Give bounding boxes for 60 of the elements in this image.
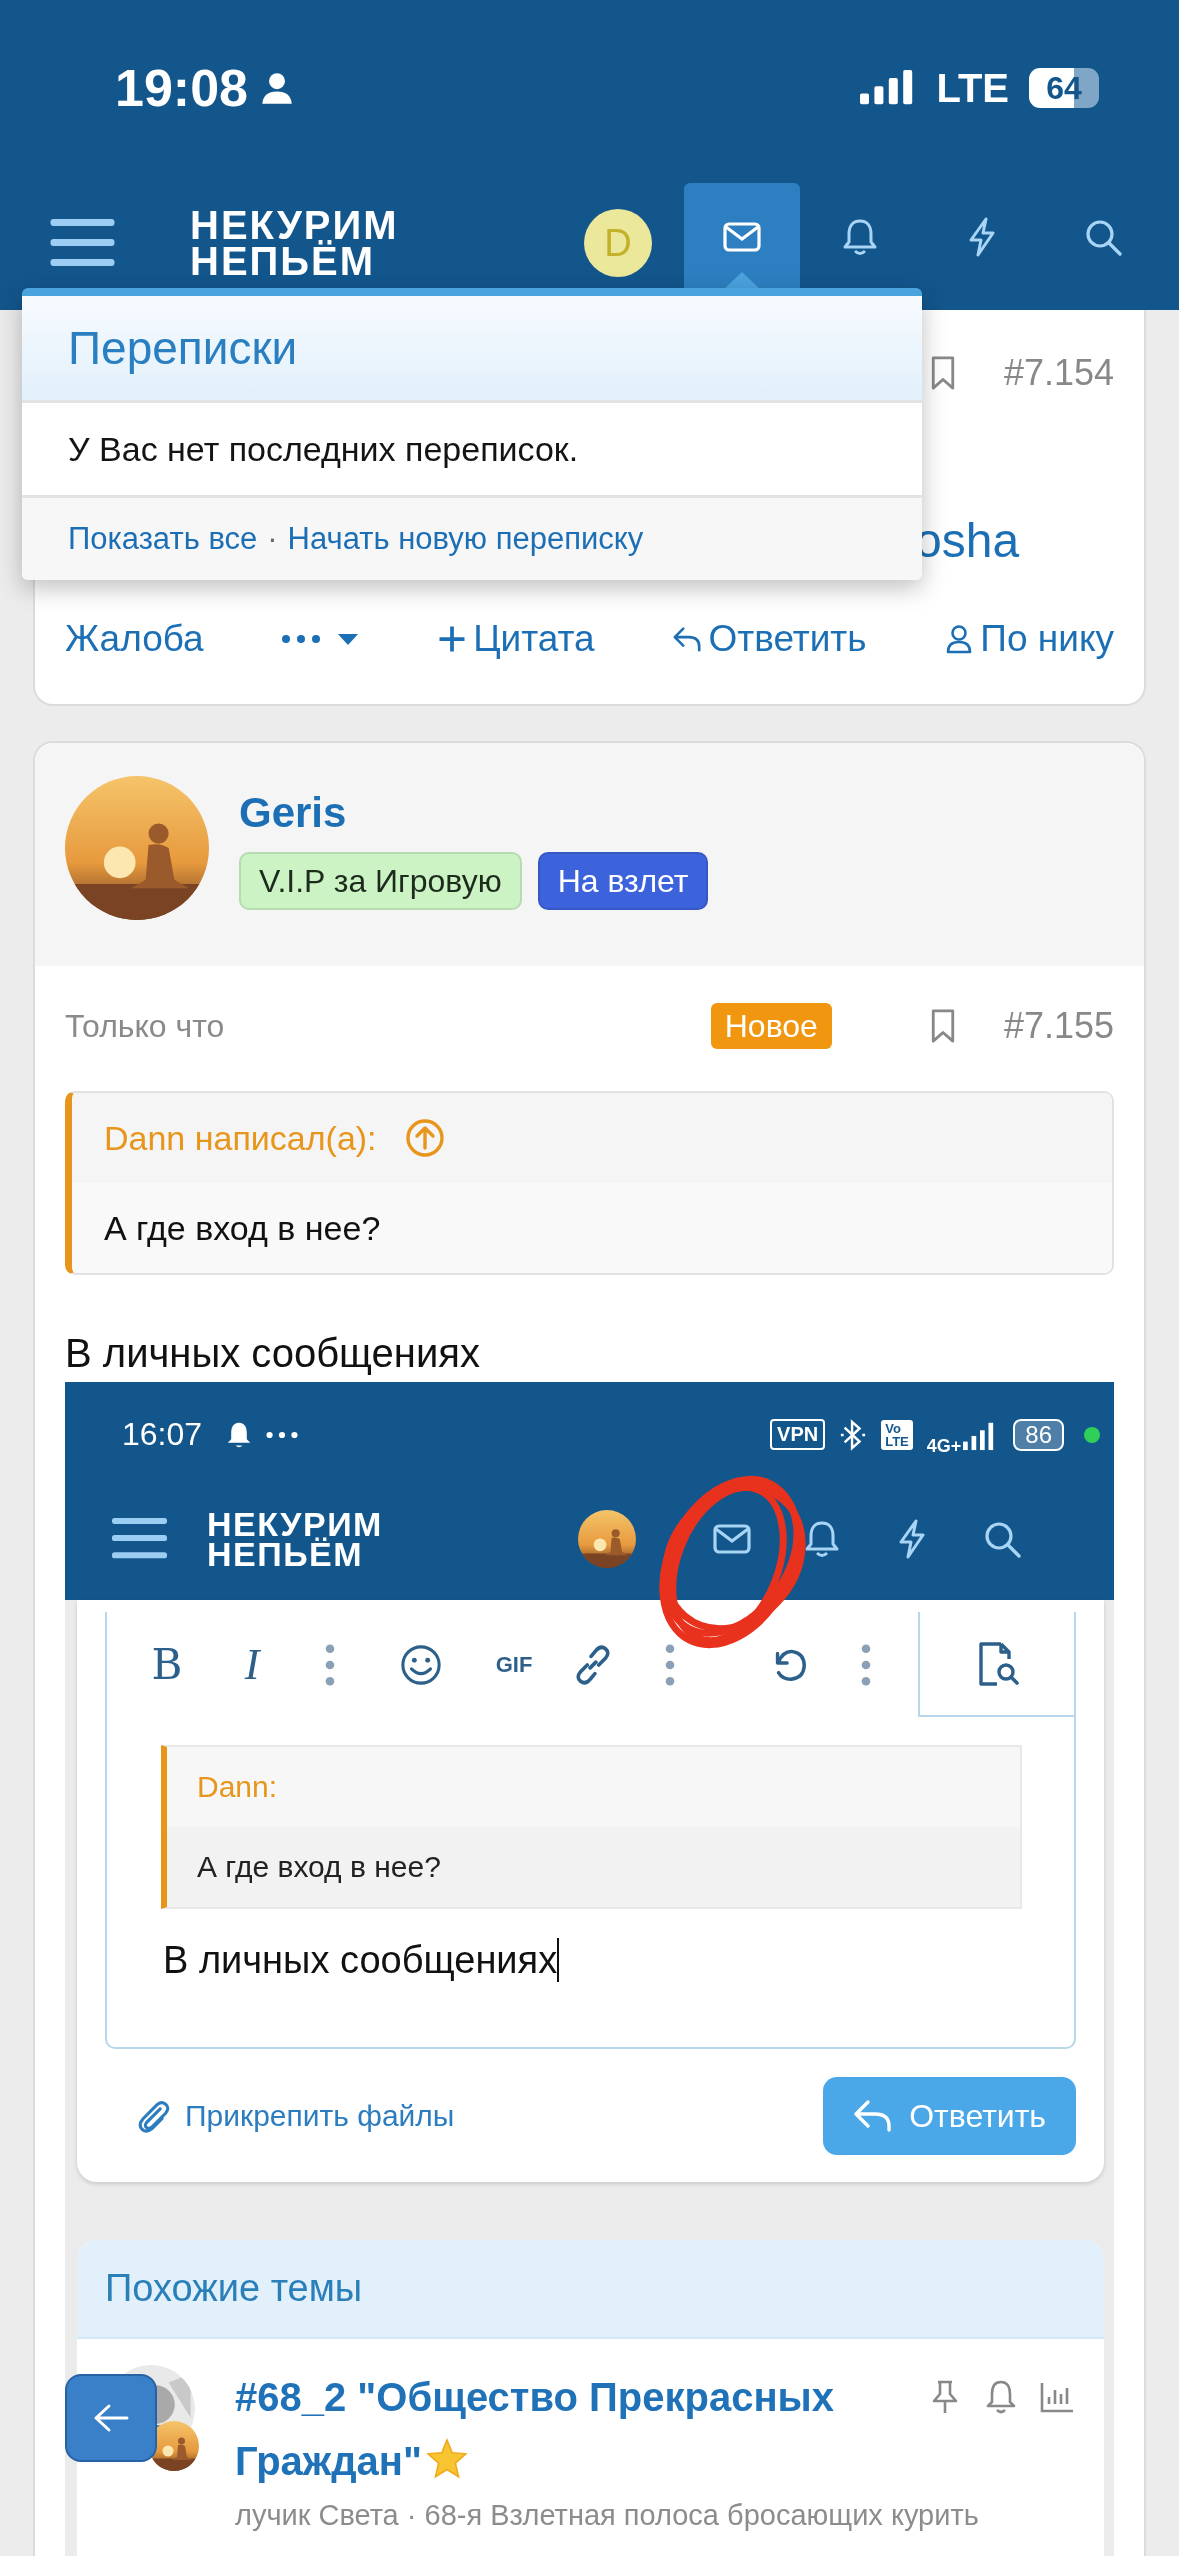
preview-button[interactable]	[918, 1612, 1074, 1717]
editor-field[interactable]: B I GIF Dann: А где вход в нее? В личных сообщениях	[105, 1612, 1076, 2049]
battery-icon: 64	[1029, 68, 1099, 108]
status-time: 16:07	[122, 1416, 203, 1453]
ellipsis-icon	[281, 634, 322, 644]
more-button[interactable]	[281, 632, 360, 646]
action-link[interactable]: По нику	[944, 618, 1114, 660]
reply-icon	[672, 624, 703, 654]
action-link[interactable]: Цитата	[437, 618, 595, 660]
vpn-label: VPN	[770, 1419, 826, 1450]
menu-link[interactable]: Начать новую переписку	[287, 521, 644, 557]
bell-icon	[226, 1420, 253, 1449]
post-number[interactable]: #7.154	[1003, 352, 1114, 394]
bookmark-icon[interactable]	[929, 355, 956, 391]
thread-title[interactable]: #68_2 "Общество Прекрасных Граждан"	[235, 2365, 915, 2493]
status-dot	[1084, 1426, 1100, 1443]
battery-icon: 86	[1013, 1418, 1064, 1451]
caret-icon	[337, 632, 360, 646]
text-cursor	[557, 1938, 560, 1982]
user-badge: V.I.P за Игровую	[239, 852, 522, 910]
menu-icon	[50, 217, 115, 269]
action-link[interactable]: Ответить	[672, 618, 867, 660]
gif-button[interactable]: GIF	[479, 1651, 549, 1678]
italic-button[interactable]: I	[207, 1639, 297, 1690]
person-icon	[260, 71, 294, 105]
menu-button[interactable]	[50, 217, 115, 269]
bluetooth-icon	[839, 1418, 868, 1451]
star-icon	[425, 2437, 468, 2479]
user-badge: На взлет	[537, 852, 709, 910]
quote-text: А где вход в нее?	[104, 1208, 381, 1248]
status-time: 19:08	[115, 58, 248, 118]
site-logo[interactable]: НЕКУРИМ НЕПЬЁМ	[207, 1508, 427, 1569]
new-badge: Новое	[710, 1003, 832, 1049]
post-time[interactable]: Только что	[65, 1007, 225, 1045]
thread-meta: лучик Света · 68-я Взлетная полоса бросающих курить	[235, 2499, 980, 2532]
network-label: 4G+	[926, 1436, 962, 1457]
post-number[interactable]: #7.155	[1003, 1005, 1114, 1047]
username[interactable]: Geris	[239, 788, 709, 838]
typed-text: В личных сообщениях	[163, 1938, 558, 1982]
post-text: В личных сообщениях	[65, 1330, 481, 1377]
quote-author: Dann:	[197, 1770, 278, 1804]
bold-button[interactable]: B	[127, 1640, 207, 1689]
menu-title: Переписки	[68, 321, 298, 375]
action-link[interactable]: Жалоба	[65, 618, 204, 660]
menu-icon[interactable]	[112, 1516, 167, 1561]
quote-text: А где вход в нее?	[197, 1850, 441, 1884]
network-label: LTE	[936, 65, 1009, 111]
signal-icon	[860, 70, 915, 106]
ellipsis-icon	[266, 1430, 299, 1439]
volte-label: Vo LTE	[881, 1419, 913, 1450]
bookmark-icon[interactable]	[929, 1008, 956, 1044]
panel-title: Похожие темы	[105, 2267, 363, 2310]
plus-icon	[437, 624, 468, 654]
reply-icon	[853, 2099, 894, 2133]
menu-link[interactable]: Показать все	[68, 521, 258, 557]
separator-dot: ·	[267, 521, 278, 557]
empty-message: У Вас нет последних переписок.	[68, 429, 579, 469]
site-logo[interactable]: НЕКУРИМ НЕПЬЁМ	[190, 207, 440, 279]
attach-files-link[interactable]: Прикрепить файлы	[135, 2098, 455, 2134]
nav-button[interactable]	[684, 183, 800, 290]
